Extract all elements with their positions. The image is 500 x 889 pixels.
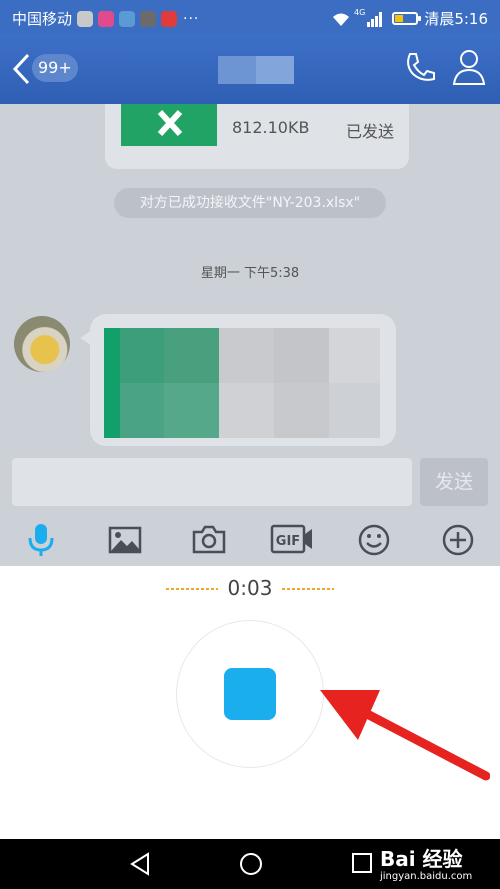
send-button[interactable]: 发送 bbox=[420, 458, 488, 506]
clock: 清晨5:16 bbox=[424, 10, 488, 28]
watermark-url: jingyan.baidu.com bbox=[380, 871, 473, 882]
signal-icon bbox=[367, 11, 383, 27]
message-input[interactable] bbox=[12, 458, 412, 506]
contact-avatar[interactable] bbox=[14, 316, 70, 372]
app-notification-icon bbox=[77, 10, 94, 27]
svg-text:GIF: GIF bbox=[276, 534, 300, 549]
plus-icon[interactable] bbox=[442, 524, 474, 556]
emoji-icon[interactable] bbox=[358, 524, 390, 556]
voice-record-panel: 0:03 bbox=[0, 566, 500, 839]
nav-recents-icon[interactable] bbox=[350, 851, 374, 875]
back-arrow-icon[interactable] bbox=[10, 52, 32, 86]
app-notification-icon bbox=[119, 10, 136, 27]
nav-back-icon[interactable] bbox=[128, 851, 152, 877]
stop-record-button[interactable] bbox=[224, 668, 276, 720]
waveform-right bbox=[282, 588, 334, 590]
system-notice: 对方已成功接收文件"NY-203.xlsx" bbox=[114, 188, 386, 218]
network-type: 4G bbox=[354, 8, 366, 17]
file-message-bubble[interactable]: 812.10KB 已发送 bbox=[105, 104, 409, 169]
excel-file-icon bbox=[121, 104, 217, 146]
contact-name-redacted bbox=[218, 56, 294, 84]
file-size: 812.10KB bbox=[232, 118, 310, 137]
chat-history[interactable]: 812.10KB 已发送 对方已成功接收文件"NY-203.xlsx" 星期一 … bbox=[0, 104, 500, 454]
app-notification-icon bbox=[140, 10, 157, 27]
camera-icon[interactable] bbox=[192, 524, 226, 554]
redacted-image[interactable] bbox=[104, 328, 380, 438]
unread-badge[interactable]: 99+ bbox=[32, 54, 78, 82]
carrier-name: 中国移动 bbox=[12, 10, 73, 28]
gif-icon[interactable]: GIF bbox=[270, 524, 314, 554]
notification-overflow: ··· bbox=[183, 10, 200, 27]
battery-icon bbox=[392, 12, 422, 25]
record-timer-row: 0:03 bbox=[0, 576, 500, 602]
mic-icon[interactable] bbox=[26, 522, 56, 558]
system-nav-bar: Bai 经验 jingyan.baidu.com bbox=[0, 839, 500, 889]
app-notification-icon bbox=[98, 10, 115, 27]
nav-home-icon[interactable] bbox=[238, 851, 264, 877]
status-left: 中国移动 ··· bbox=[12, 8, 199, 29]
input-toolbar: GIF bbox=[0, 512, 500, 566]
image-icon[interactable] bbox=[108, 526, 142, 554]
app-notification-icon bbox=[161, 10, 178, 27]
user-profile-icon[interactable] bbox=[452, 48, 486, 86]
file-sent-status: 已发送 bbox=[346, 122, 395, 141]
watermark-brand: Bai 经验 bbox=[380, 847, 463, 871]
annotation-arrow bbox=[320, 690, 490, 781]
chat-title-bar: 99+ bbox=[0, 34, 500, 104]
record-timer: 0:03 bbox=[227, 576, 273, 600]
wifi-icon bbox=[333, 13, 350, 26]
image-message-bubble[interactable] bbox=[80, 314, 396, 446]
status-bar: 中国移动 ··· 4G 清晨5:16 bbox=[0, 0, 500, 34]
message-timestamp: 星期一 下午5:38 bbox=[200, 266, 300, 281]
phone-icon[interactable] bbox=[402, 50, 438, 86]
composer-row: 发送 bbox=[0, 454, 500, 512]
status-right: 4G 清晨5:16 bbox=[331, 8, 488, 29]
